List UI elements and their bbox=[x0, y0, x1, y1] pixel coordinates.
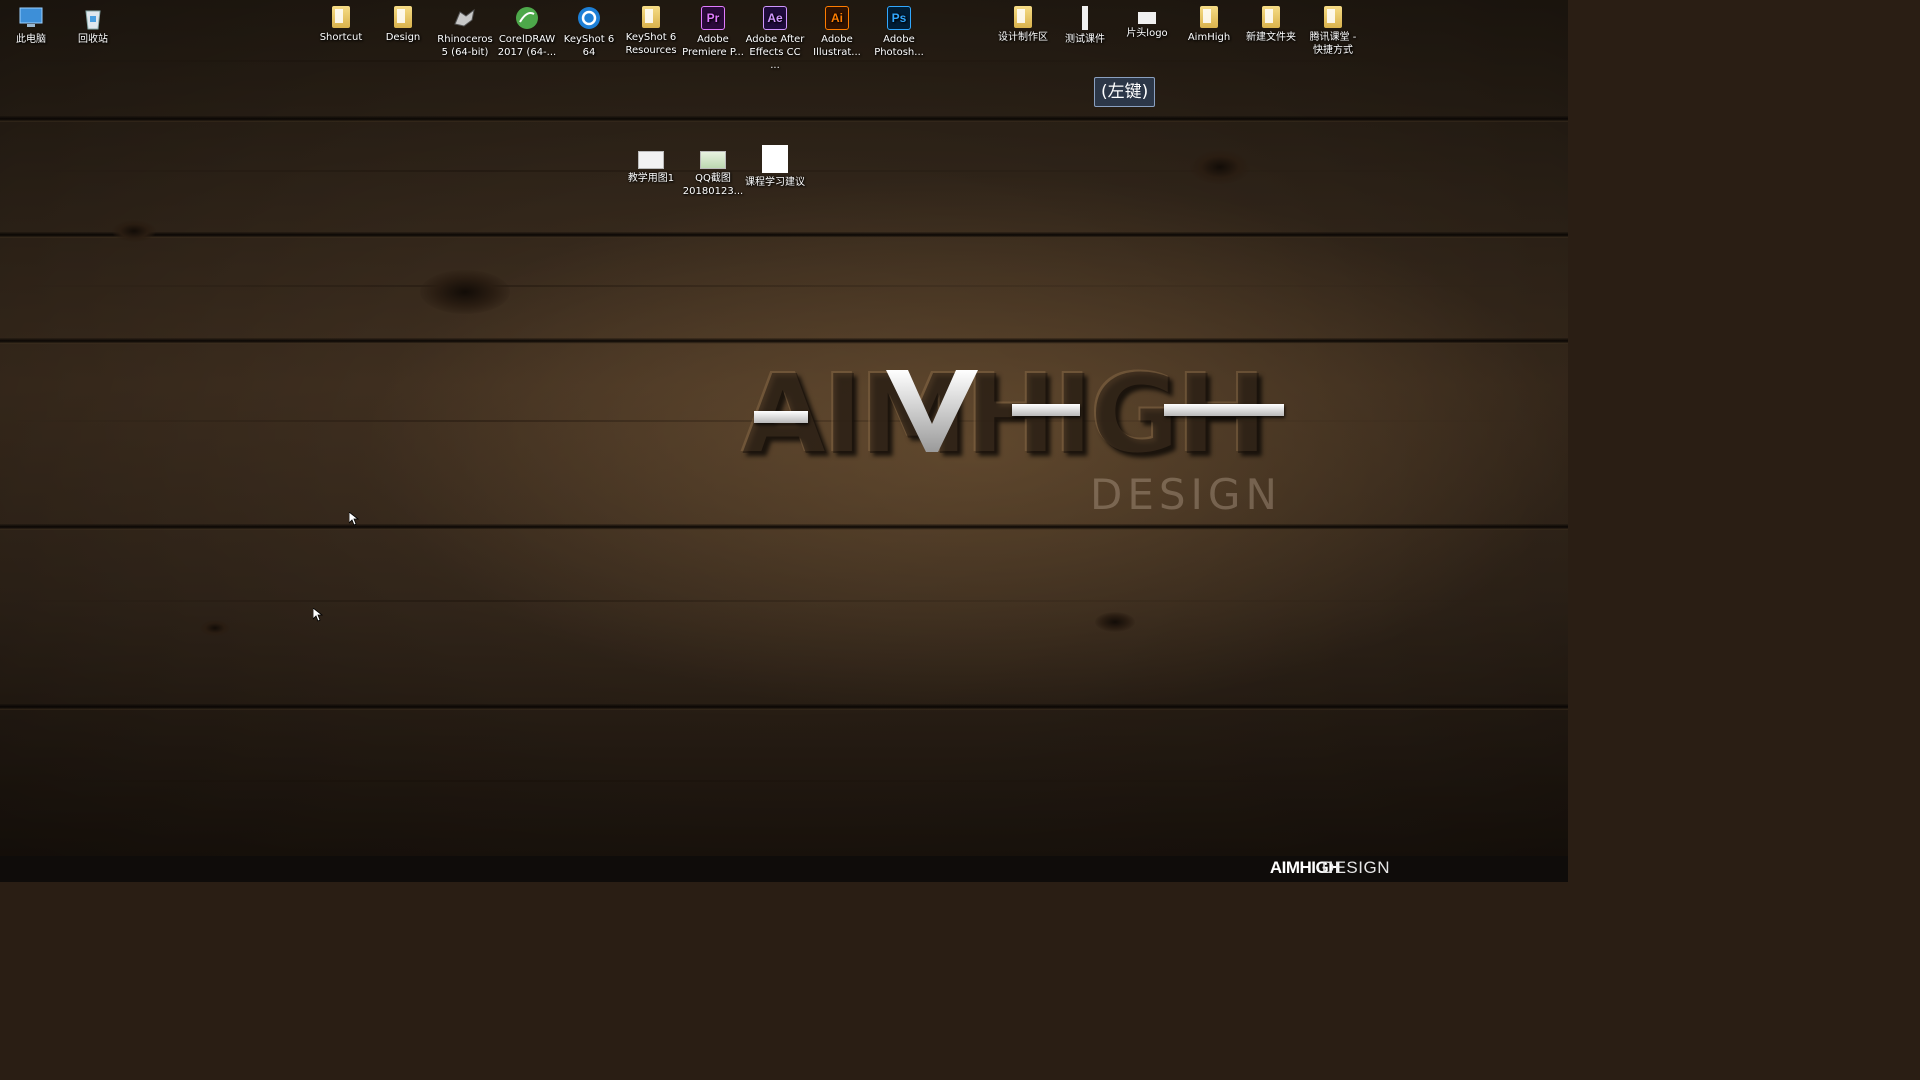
wood-knot bbox=[1095, 612, 1135, 632]
icon-label: Adobe Illustrat... bbox=[813, 34, 861, 58]
desktop-icon-teaching-image[interactable]: 教学用图1 bbox=[620, 141, 682, 185]
desktop-icon-keyshot[interactable]: KeyShot 6 64 bbox=[558, 2, 620, 59]
icon-label: Design bbox=[385, 32, 421, 43]
desktop-icon-test-courseware[interactable]: 测试课件 bbox=[1054, 2, 1116, 46]
wallpaper-logo-subtitle: DESIGN bbox=[1090, 470, 1282, 519]
desktop-icon-shortcut[interactable]: Shortcut bbox=[310, 2, 372, 44]
icon-label: 测试课件 bbox=[1065, 34, 1105, 45]
screenshot-file-icon bbox=[700, 151, 726, 169]
wallpaper-logo-bar bbox=[1012, 404, 1080, 416]
desktop-wallpaper[interactable]: AIMHIGH DESIGN 此电脑 回收站 Shortcut Design R… bbox=[0, 0, 1568, 856]
icon-label: 腾讯课堂 - 快捷方式 bbox=[1309, 32, 1357, 56]
wood-plank-seam bbox=[0, 704, 1568, 710]
wood-knot bbox=[200, 620, 230, 636]
bottom-brand-bar: AIMHIGH ·DESIGN bbox=[0, 856, 1568, 882]
desktop-icon-design-workspace[interactable]: 设计制作区 bbox=[992, 2, 1054, 44]
coreldraw-icon bbox=[516, 7, 538, 29]
wallpaper-logo-bar bbox=[1164, 404, 1284, 416]
rhinoceros-icon bbox=[454, 8, 475, 27]
desktop-icon-design[interactable]: Design bbox=[372, 2, 434, 44]
desktop-icon-qq-screenshot[interactable]: QQ截图 20180123... bbox=[682, 141, 744, 198]
icon-label: AimHigh bbox=[1187, 32, 1231, 43]
icon-label: CorelDRAW 2017 (64-... bbox=[497, 34, 557, 58]
icon-label: Adobe After Effects CC ... bbox=[745, 34, 805, 71]
desktop-icon-tencent-classroom[interactable]: 腾讯课堂 - 快捷方式 bbox=[1302, 2, 1364, 57]
wood-plank-seam bbox=[0, 232, 1568, 238]
desktop-icon-after-effects[interactable]: Ae Adobe After Effects CC ... bbox=[744, 2, 806, 72]
wood-grain bbox=[0, 600, 1568, 602]
desktop-icon-premiere[interactable]: Pr Adobe Premiere P... bbox=[682, 2, 744, 59]
desktop-icon-keyshot-resources[interactable]: KeyShot 6 Resources bbox=[620, 2, 682, 57]
desktop-icon-new-folder[interactable]: 新建文件夹 bbox=[1240, 2, 1302, 44]
folder-icon bbox=[1014, 6, 1032, 28]
image-file-icon bbox=[638, 151, 664, 169]
desktop-icon-coreldraw[interactable]: CorelDRAW 2017 (64-... bbox=[496, 2, 558, 59]
mouse-cursor-icon bbox=[313, 608, 323, 622]
icon-label: 课程学习建议 bbox=[745, 177, 805, 188]
icon-label: KeyShot 6 64 bbox=[563, 34, 615, 58]
desktop-icon-course-advice[interactable]: 课程学习建议 bbox=[744, 141, 806, 189]
desktop-icon-recycle-bin[interactable]: 回收站 bbox=[62, 2, 124, 46]
icon-label: KeyShot 6 Resources bbox=[625, 32, 677, 56]
icon-label: 回收站 bbox=[78, 34, 108, 45]
wallpaper-logo-bar bbox=[754, 411, 808, 423]
wood-plank-seam bbox=[0, 116, 1568, 122]
folder-icon bbox=[1200, 6, 1218, 28]
icon-label: 教学用图1 bbox=[627, 173, 675, 184]
wood-plank-seam bbox=[0, 338, 1568, 344]
icon-label: 设计制作区 bbox=[998, 32, 1048, 43]
folder-icon bbox=[1262, 6, 1280, 28]
wood-knot bbox=[420, 270, 510, 314]
wood-plank-seam bbox=[0, 524, 1568, 530]
icon-label: Adobe Photosh... bbox=[874, 34, 924, 58]
folder-icon bbox=[1082, 6, 1088, 30]
icon-label: QQ截图 20180123... bbox=[682, 173, 744, 197]
folder-icon bbox=[394, 6, 412, 28]
wallpaper-logo-v-mark bbox=[886, 370, 978, 452]
image-file-icon bbox=[1138, 12, 1156, 24]
click-hint-tooltip: (左键) bbox=[1094, 77, 1156, 107]
desktop-icon-photoshop[interactable]: Ps Adobe Photosh... bbox=[868, 2, 930, 59]
keyshot-icon bbox=[578, 7, 600, 29]
document-icon bbox=[762, 145, 788, 173]
icon-label: Adobe Premiere P... bbox=[682, 34, 744, 58]
premiere-icon: Pr bbox=[701, 6, 725, 30]
wood-grain bbox=[0, 285, 1568, 287]
mouse-cursor-icon bbox=[349, 512, 359, 526]
desktop-icon-illustrator[interactable]: Ai Adobe Illustrat... bbox=[806, 2, 868, 59]
wood-grain bbox=[0, 780, 1568, 782]
wood-knot bbox=[1190, 150, 1250, 184]
wood-knot bbox=[112, 220, 156, 242]
folder-icon bbox=[332, 6, 350, 28]
folder-shortcut-icon bbox=[1324, 6, 1342, 28]
illustrator-icon: Ai bbox=[825, 6, 849, 30]
icon-label: 此电脑 bbox=[16, 34, 46, 45]
recycle-bin-icon bbox=[85, 10, 101, 30]
icon-label: Shortcut bbox=[319, 32, 363, 43]
desktop-icon-rhinoceros[interactable]: Rhinoceros 5 (64-bit) bbox=[434, 2, 496, 59]
photoshop-icon: Ps bbox=[887, 6, 911, 30]
icon-label: 片头logo bbox=[1126, 28, 1168, 39]
desktop-icon-this-pc[interactable]: 此电脑 bbox=[0, 2, 62, 46]
desktop-icon-intro-logo[interactable]: 片头logo bbox=[1116, 2, 1178, 40]
computer-icon bbox=[19, 7, 43, 27]
icon-label: 新建文件夹 bbox=[1246, 32, 1296, 43]
desktop-icon-aimhigh[interactable]: AimHigh bbox=[1178, 2, 1240, 44]
icon-label: Rhinoceros 5 (64-bit) bbox=[437, 34, 493, 58]
after-effects-icon: Ae bbox=[763, 6, 787, 30]
brand-name-light: ·DESIGN bbox=[1315, 858, 1390, 877]
folder-icon bbox=[642, 6, 660, 28]
